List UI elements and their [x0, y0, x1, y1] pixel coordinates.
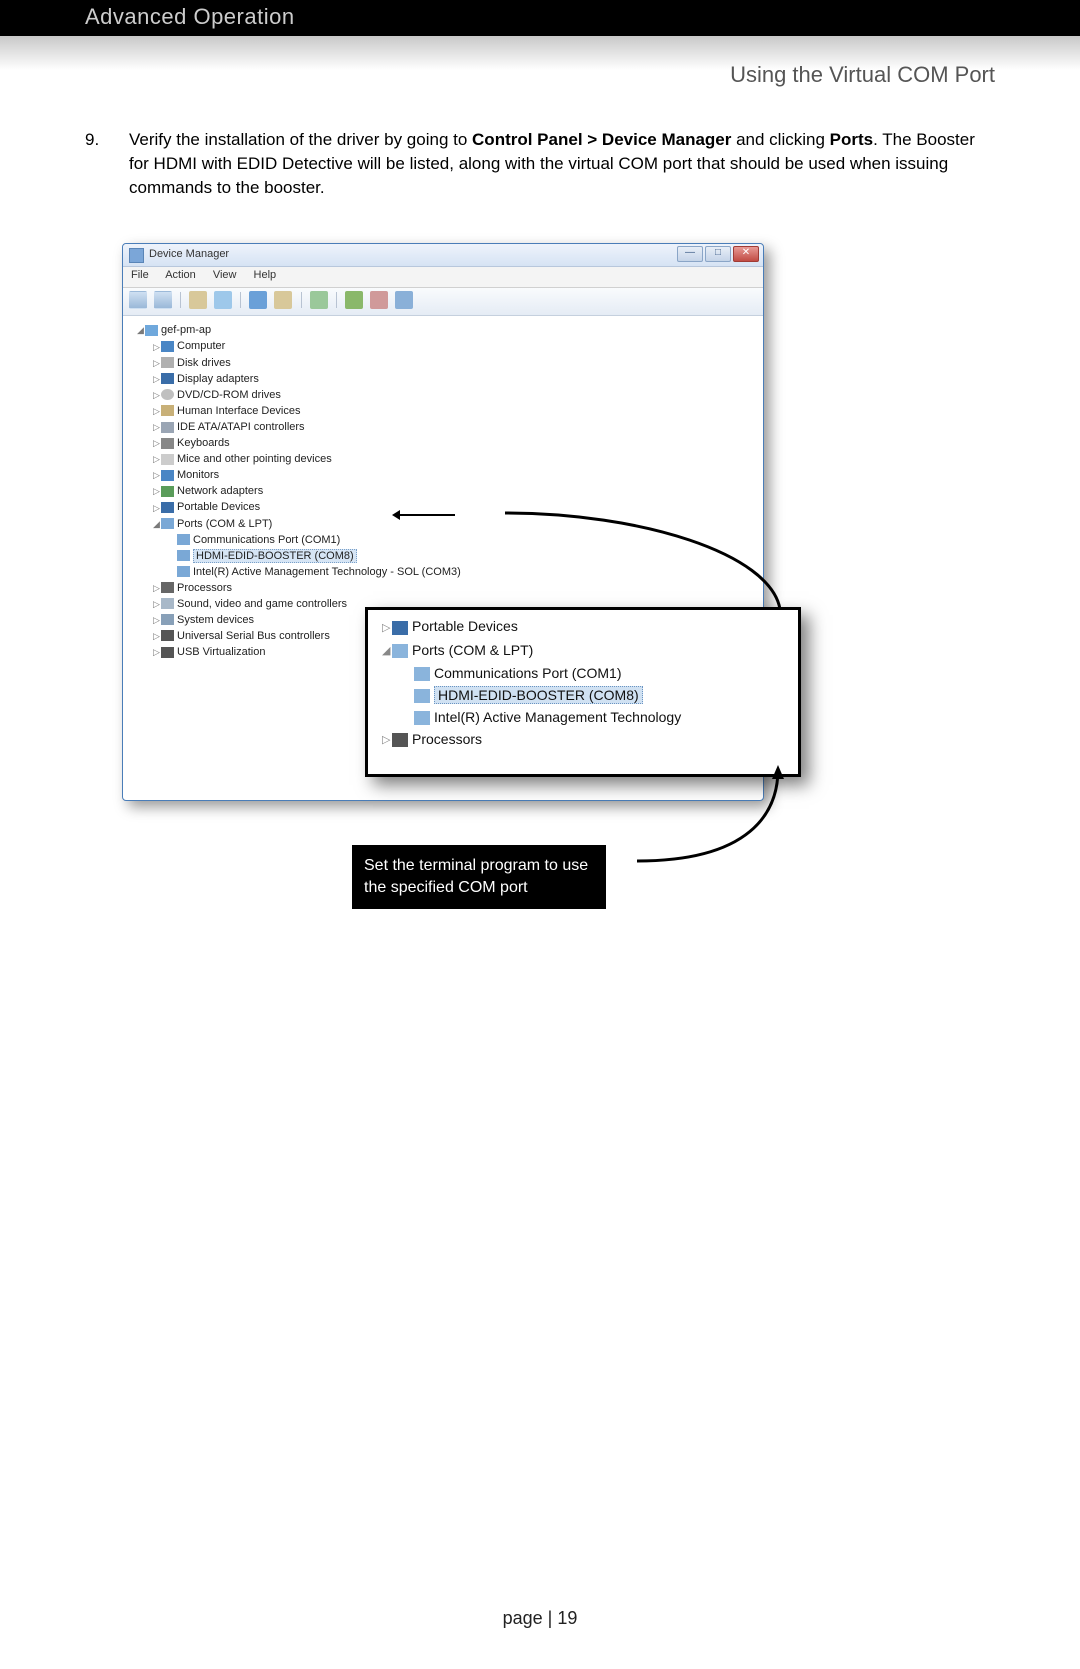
- minimize-button[interactable]: —: [677, 246, 703, 262]
- usb-icon: [161, 647, 174, 658]
- tree-item[interactable]: ▷Portable Devices: [137, 499, 763, 515]
- disp-icon: [161, 373, 174, 384]
- zoom-tree-item[interactable]: Intel(R) Active Management Technology: [378, 706, 798, 728]
- page-subtitle: Using the Virtual COM Port: [0, 62, 1080, 88]
- kbd-icon: [161, 438, 174, 449]
- zoom-tree-item[interactable]: ▷Processors: [378, 728, 798, 751]
- zpd-icon: [392, 621, 408, 635]
- uninstall-icon[interactable]: [370, 291, 388, 309]
- menu-view[interactable]: View: [213, 269, 237, 281]
- hid-icon: [161, 405, 174, 416]
- zoom-tree-item[interactable]: ◢Ports (COM & LPT): [378, 639, 798, 662]
- menu-file[interactable]: File: [131, 269, 149, 281]
- properties-icon[interactable]: [214, 291, 232, 309]
- devices-by-type-icon[interactable]: [274, 291, 292, 309]
- device-manager-icon: [129, 248, 144, 263]
- maximize-button[interactable]: □: [705, 246, 731, 262]
- tree-item[interactable]: HDMI-EDID-BOOSTER (COM8): [137, 548, 763, 564]
- zport-icon: [414, 667, 430, 681]
- screenshot-figure: Device Manager — □ ✕ File Action View He…: [85, 243, 995, 1003]
- instruction-step: 9. Verify the installation of the driver…: [85, 128, 995, 199]
- pd-icon: [161, 502, 174, 513]
- usb-icon: [161, 630, 174, 641]
- zport-icon: [414, 689, 430, 703]
- zport-icon: [414, 711, 430, 725]
- toolbar: [123, 288, 763, 316]
- menu-help[interactable]: Help: [254, 269, 277, 281]
- zoom-tree-item[interactable]: Communications Port (COM1): [378, 662, 798, 684]
- zoom-detail-box: ▷Portable Devices◢Ports (COM & LPT)Commu…: [365, 607, 801, 777]
- tree-item[interactable]: ▷DVD/CD-ROM drives: [137, 387, 763, 403]
- port-icon: [177, 566, 190, 577]
- zoom-tree-item[interactable]: ▷Portable Devices: [378, 615, 798, 638]
- tree-item[interactable]: Intel(R) Active Management Technology - …: [137, 564, 763, 580]
- pointer-arrow: [395, 514, 455, 516]
- tree-item[interactable]: ▷Keyboards: [137, 435, 763, 451]
- window-title: Device Manager: [149, 248, 229, 260]
- tree-item[interactable]: ▷Disk drives: [137, 355, 763, 371]
- snd-icon: [161, 598, 174, 609]
- net-icon: [161, 486, 174, 497]
- tree-item[interactable]: ▷Mice and other pointing devices: [137, 451, 763, 467]
- page-footer: page | 19: [0, 1608, 1080, 1629]
- step-text: Verify the installation of the driver by…: [129, 128, 995, 199]
- menu-action[interactable]: Action: [165, 269, 196, 281]
- tree-item[interactable]: ◢gef-pm-ap: [137, 322, 763, 338]
- comp-icon: [161, 341, 174, 352]
- close-button[interactable]: ✕: [733, 246, 759, 262]
- pc-icon: [145, 325, 158, 336]
- tree-item[interactable]: ▷Human Interface Devices: [137, 403, 763, 419]
- ide-icon: [161, 422, 174, 433]
- window-titlebar: Device Manager — □ ✕: [123, 244, 763, 267]
- tree-item[interactable]: ▷IDE ATA/ATAPI controllers: [137, 419, 763, 435]
- tree-item[interactable]: ▷Monitors: [137, 467, 763, 483]
- mouse-icon: [161, 454, 174, 465]
- proc-icon: [161, 582, 174, 593]
- tree-item[interactable]: ▷Display adapters: [137, 371, 763, 387]
- mon-icon: [161, 470, 174, 481]
- tree-item[interactable]: Communications Port (COM1): [137, 532, 763, 548]
- menu-bar: File Action View Help: [123, 267, 763, 288]
- forward-icon[interactable]: [154, 291, 172, 309]
- console-tree-icon[interactable]: [189, 291, 207, 309]
- tree-item[interactable]: ▷Computer: [137, 338, 763, 354]
- sys-icon: [161, 614, 174, 625]
- tree-item[interactable]: ◢Ports (COM & LPT): [137, 516, 763, 532]
- step-number: 9.: [85, 128, 129, 199]
- back-icon[interactable]: [129, 291, 147, 309]
- tree-item[interactable]: ▷Network adapters: [137, 483, 763, 499]
- help-icon[interactable]: [249, 291, 267, 309]
- disable-icon[interactable]: [395, 291, 413, 309]
- scan-hardware-icon[interactable]: [310, 291, 328, 309]
- tree-item[interactable]: ▷Processors: [137, 580, 763, 596]
- update-driver-icon[interactable]: [345, 291, 363, 309]
- zport-icon: [392, 644, 408, 658]
- disk-icon: [161, 357, 174, 368]
- callout-box: Set the terminal program to use the spec…: [352, 845, 606, 908]
- port-icon: [177, 534, 190, 545]
- section-header: Advanced Operation: [0, 0, 1080, 36]
- zoom-tree-item[interactable]: HDMI-EDID-BOOSTER (COM8): [378, 684, 798, 706]
- port-icon: [161, 518, 174, 529]
- zproc-icon: [392, 733, 408, 747]
- port-icon: [177, 550, 190, 561]
- dvd-icon: [161, 389, 174, 400]
